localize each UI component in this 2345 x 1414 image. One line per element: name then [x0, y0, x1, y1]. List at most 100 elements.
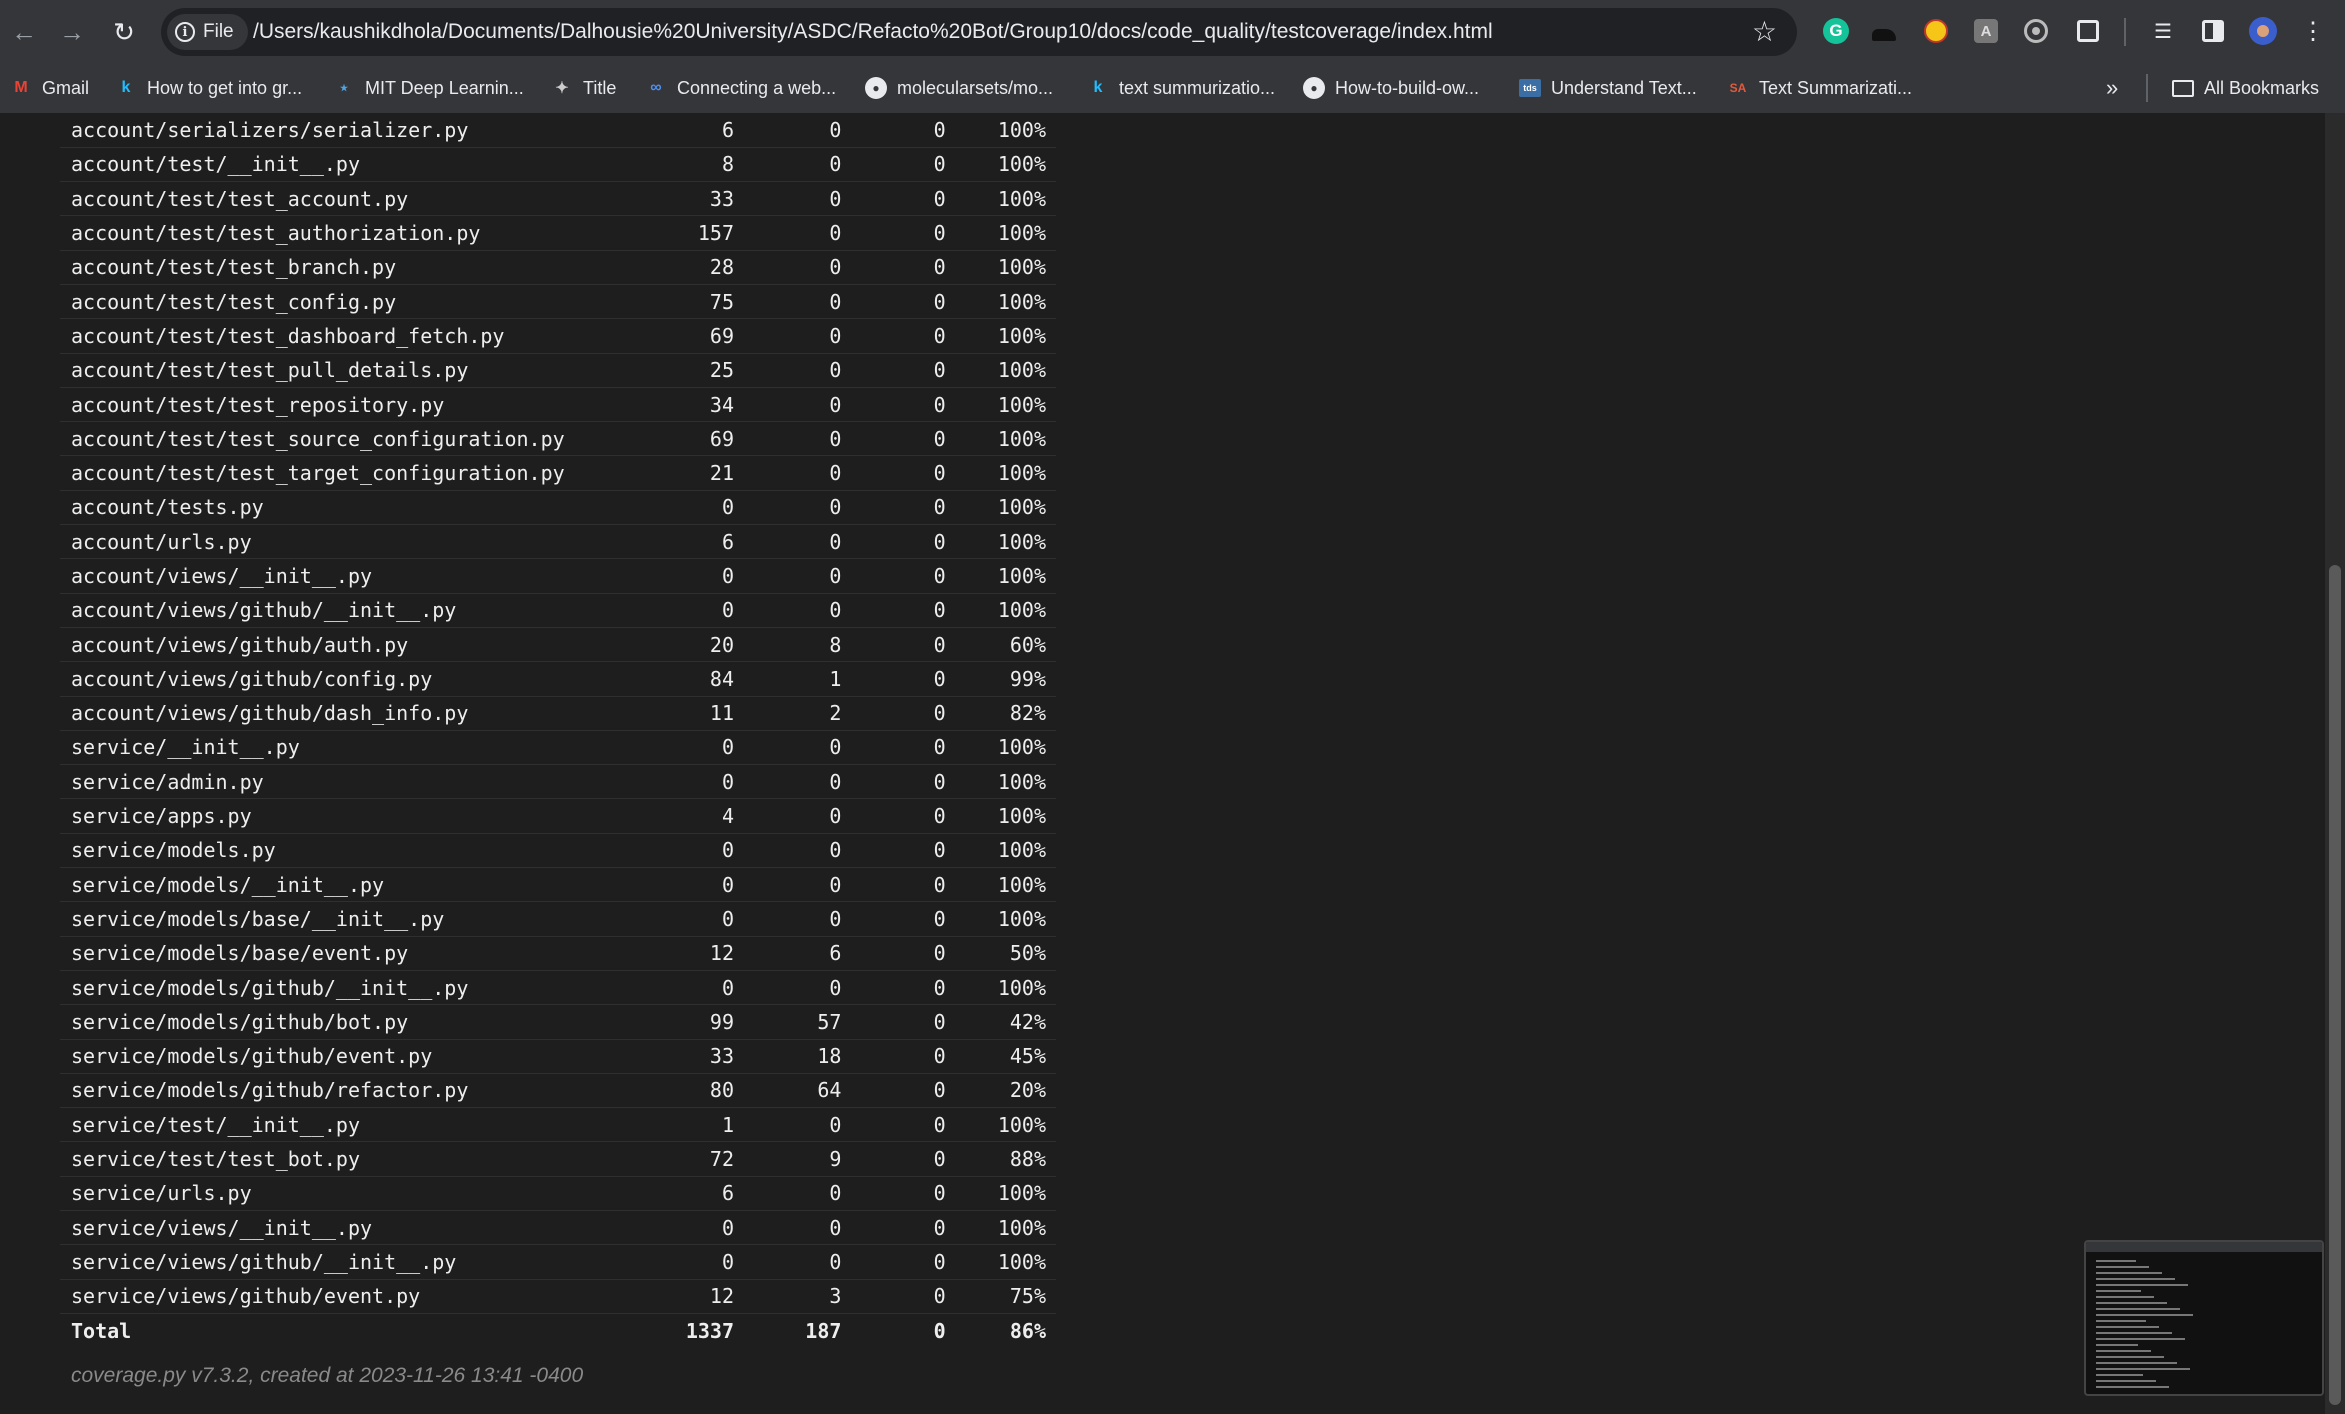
coverage-cell: 45% [945, 1039, 1056, 1074]
bookmark-item[interactable]: ● How-to-build-ow... [1303, 72, 1479, 104]
coverage-cell: 100% [945, 558, 1056, 594]
table-row: service/views/github/event.py 12 3 0 75% [60, 1279, 1056, 1314]
missing-cell: 0 [734, 455, 842, 491]
thumbnail-line [2096, 1380, 2156, 1382]
bookmark-item[interactable]: k text summurizatio... [1087, 72, 1276, 104]
site-info-chip[interactable]: i File [167, 14, 248, 50]
module-cell: account/views/github/__init__.py [60, 593, 579, 628]
more-bookmarks-button[interactable]: » [2106, 72, 2118, 104]
module-cell: account/test/test_authorization.py [60, 215, 579, 251]
profile-button[interactable] [2248, 16, 2278, 46]
excluded-cell: 0 [841, 524, 946, 560]
thumbnail-line [2096, 1284, 2188, 1286]
statements-cell: 0 [578, 730, 734, 766]
module-cell: service/admin.py [60, 764, 579, 800]
table-row: service/__init__.py 0 0 0 100% [60, 730, 1056, 766]
coverage-cell: 100% [945, 113, 1056, 148]
module-cell: service/models/github/refactor.py [60, 1073, 579, 1109]
bookmark-item[interactable]: ⋆ MIT Deep Learnin... [333, 72, 524, 104]
table-row: account/test/test_target_configuration.p… [60, 455, 1056, 491]
target-extension-button[interactable] [2021, 16, 2051, 46]
side-panel-button[interactable] [2198, 16, 2228, 46]
bookmark-item[interactable]: ✦ Title [551, 72, 616, 104]
thumbnail-line [2096, 1266, 2149, 1268]
excluded-cell: 0 [841, 1279, 946, 1314]
excluded-cell: 0 [841, 1141, 946, 1177]
table-row: service/models/__init__.py 0 0 0 100% [60, 867, 1056, 903]
statements-cell: 75 [578, 284, 734, 320]
back-button[interactable]: ← [6, 14, 42, 50]
translate-extension-button[interactable]: A [1971, 16, 2001, 46]
back-arrow-icon: ← [11, 16, 37, 47]
all-bookmarks-button[interactable]: All Bookmarks [2172, 72, 2319, 104]
excluded-cell: 0 [841, 1210, 946, 1246]
bookmark-star-button[interactable]: ☆ [1752, 16, 1777, 48]
coverage-cell: 100% [945, 421, 1056, 457]
bookmark-item[interactable]: ● molecularsets/mo... [865, 72, 1053, 104]
address-bar[interactable]: i File /Users/kaushikdhola/Documents/Dal… [161, 8, 1797, 56]
statements-cell: 33 [578, 1039, 734, 1074]
window-preview-thumbnail[interactable] [2084, 1240, 2324, 1396]
module-cell: service/models/base/event.py [60, 936, 579, 971]
excluded-cell: 0 [841, 181, 946, 217]
reading-list-button[interactable]: ☰ [2148, 16, 2178, 46]
excluded-cell: 0 [841, 250, 946, 285]
menu-button[interactable]: ⋮ [2298, 16, 2328, 46]
excluded-cell: 0 [841, 661, 946, 697]
total-missing: 187 [805, 1318, 842, 1343]
double-chevron-right-icon: » [2106, 75, 2119, 100]
statements-cell: 25 [578, 353, 734, 388]
url-text[interactable]: /Users/kaushikdhola/Documents/Dalhousie%… [253, 8, 1493, 56]
browser-toolbar: ← → ↻ i File /Users/kaushikdhola/Documen… [0, 0, 2345, 64]
extensions-button[interactable] [2073, 16, 2103, 46]
table-row: service/models/github/event.py 33 18 0 45% [60, 1039, 1056, 1074]
missing-cell: 0 [734, 524, 842, 560]
star-icon: ☆ [1751, 16, 1777, 47]
bookmark-gmail[interactable]: M Gmail [10, 72, 89, 104]
module-cell: service/views/__init__.py [60, 1210, 579, 1246]
grammarly-extension-button[interactable]: G [1821, 16, 1851, 46]
bookmark-item[interactable]: tds Understand Text... [1519, 72, 1697, 104]
module-cell: account/views/github/auth.py [60, 627, 579, 663]
table-row: service/admin.py 0 0 0 100% [60, 764, 1056, 800]
mustache-extension-button[interactable] [1921, 16, 1951, 46]
bookmark-label: text summurizatio... [1119, 77, 1276, 98]
toolbar-separator [2124, 18, 2126, 46]
table-row: service/test/__init__.py 1 0 0 100% [60, 1107, 1056, 1143]
table-row: account/test/test_account.py 33 0 0 100% [60, 181, 1056, 217]
coverage-cell: 75% [945, 1279, 1056, 1314]
forward-button[interactable]: → [54, 14, 90, 50]
table-row: account/tests.py 0 0 0 100% [60, 490, 1056, 526]
thumbnail-line [2096, 1332, 2172, 1334]
statements-cell: 12 [578, 936, 734, 971]
coverage-cell: 60% [945, 627, 1056, 663]
missing-cell: 64 [734, 1073, 842, 1109]
statements-cell: 6 [578, 1176, 734, 1212]
statements-cell: 99 [578, 1004, 734, 1040]
shoe-extension-button[interactable] [1869, 16, 1899, 46]
mustache-face-icon [1924, 19, 1948, 43]
missing-cell: 0 [734, 764, 842, 800]
total-excluded: 0 [933, 1318, 946, 1343]
table-row: service/urls.py 6 0 0 100% [60, 1176, 1056, 1212]
coverage-cell: 100% [945, 181, 1056, 217]
bookmark-item[interactable]: SA Text Summarizati... [1727, 72, 1912, 104]
table-row: service/views/__init__.py 0 0 0 100% [60, 1210, 1056, 1246]
coverage-cell: 99% [945, 661, 1056, 697]
reload-button[interactable]: ↻ [106, 14, 142, 50]
table-row: service/models/base/event.py 12 6 0 50% [60, 936, 1056, 971]
bookmark-item[interactable]: ∞ Connecting a web... [645, 72, 836, 104]
table-row: account/test/test_config.py 75 0 0 100% [60, 284, 1056, 320]
k-icon: k [121, 79, 131, 96]
thumbnail-line [2096, 1320, 2146, 1322]
media-queue-icon: ☰ [2154, 20, 2172, 43]
table-row: account/test/__init__.py 8 0 0 100% [60, 147, 1056, 183]
total-statements: 1337 [685, 1318, 734, 1343]
table-row: account/test/test_branch.py 28 0 0 100% [60, 250, 1056, 285]
bookmark-item[interactable]: k How to get into gr... [115, 72, 303, 104]
statements-cell: 0 [578, 593, 734, 628]
table-row: account/views/github/__init__.py 0 0 0 100% [60, 593, 1056, 628]
scrollbar-thumb[interactable] [2329, 565, 2341, 1405]
vertical-scrollbar[interactable] [2325, 113, 2345, 1414]
table-row: service/models/github/__init__.py 0 0 0 100% [60, 970, 1056, 1006]
